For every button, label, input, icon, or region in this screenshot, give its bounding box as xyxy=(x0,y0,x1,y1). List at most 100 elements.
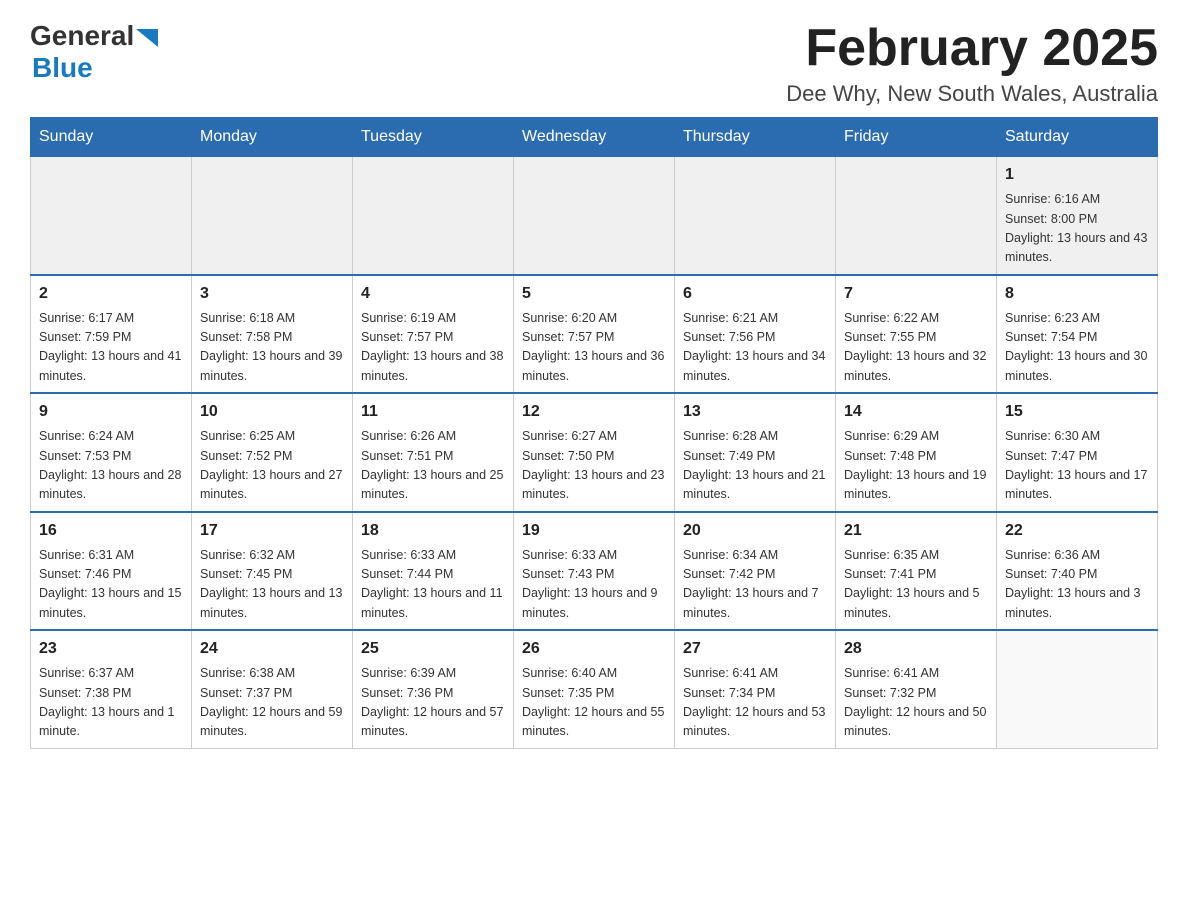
day-info: Sunrise: 6:16 AMSunset: 8:00 PMDaylight:… xyxy=(1005,190,1149,268)
logo-blue-text: Blue xyxy=(32,52,158,84)
calendar-day: 13 Sunrise: 6:28 AMSunset: 7:49 PMDayligh… xyxy=(675,393,836,512)
day-number: 23 xyxy=(39,637,183,661)
day-number: 15 xyxy=(1005,400,1149,424)
calendar-day: 18 Sunrise: 6:33 AMSunset: 7:44 PMDayligh… xyxy=(353,512,514,631)
calendar-day: 22Sunrise: 6:36 AMSunset: 7:40 PMDayligh… xyxy=(997,512,1158,631)
calendar-day xyxy=(353,157,514,275)
calendar-week-4: 16 Sunrise: 6:31 AMSunset: 7:46 PMDayligh… xyxy=(31,512,1158,631)
day-number: 26 xyxy=(522,637,666,661)
calendar-day: 6 Sunrise: 6:21 AMSunset: 7:56 PMDaylight… xyxy=(675,275,836,394)
day-number: 28 xyxy=(844,637,988,661)
day-info: Sunrise: 6:36 AMSunset: 7:40 PMDaylight:… xyxy=(1005,546,1149,624)
calendar-day: 10 Sunrise: 6:25 AMSunset: 7:52 PMDayligh… xyxy=(192,393,353,512)
calendar-table: SundayMondayTuesdayWednesdayThursdayFrid… xyxy=(30,117,1158,749)
day-number: 13 xyxy=(683,400,827,424)
logo-arrow-icon xyxy=(136,29,158,47)
day-info: Sunrise: 6:31 AMSunset: 7:46 PMDaylight:… xyxy=(39,546,183,624)
day-info: Sunrise: 6:17 AMSunset: 7:59 PMDaylight:… xyxy=(39,309,183,387)
calendar-day: 15 Sunrise: 6:30 AMSunset: 7:47 PMDayligh… xyxy=(997,393,1158,512)
logo: General Blue xyxy=(30,20,158,84)
day-number: 6 xyxy=(683,282,827,306)
day-info: Sunrise: 6:40 AMSunset: 7:35 PMDaylight:… xyxy=(522,664,666,742)
day-info: Sunrise: 6:35 AMSunset: 7:41 PMDaylight:… xyxy=(844,546,988,624)
day-number: 11 xyxy=(361,400,505,424)
page-header: General Blue February 2025 Dee Why, New … xyxy=(30,20,1158,107)
calendar-day xyxy=(192,157,353,275)
logo-general-text: General xyxy=(30,20,134,52)
calendar-day: 24 Sunrise: 6:38 AMSunset: 7:37 PMDayligh… xyxy=(192,630,353,748)
calendar-week-2: 2 Sunrise: 6:17 AMSunset: 7:59 PMDaylight… xyxy=(31,275,1158,394)
calendar-day xyxy=(836,157,997,275)
day-info: Sunrise: 6:33 AMSunset: 7:44 PMDaylight:… xyxy=(361,546,505,624)
calendar-day: 23 Sunrise: 6:37 AMSunset: 7:38 PMDayligh… xyxy=(31,630,192,748)
day-number: 2 xyxy=(39,282,183,306)
calendar-day: 19Sunrise: 6:33 AMSunset: 7:43 PMDayligh… xyxy=(514,512,675,631)
day-info: Sunrise: 6:21 AMSunset: 7:56 PMDaylight:… xyxy=(683,309,827,387)
day-info: Sunrise: 6:22 AMSunset: 7:55 PMDaylight:… xyxy=(844,309,988,387)
calendar-day: 21 Sunrise: 6:35 AMSunset: 7:41 PMDayligh… xyxy=(836,512,997,631)
day-number: 4 xyxy=(361,282,505,306)
day-info: Sunrise: 6:37 AMSunset: 7:38 PMDaylight:… xyxy=(39,664,183,742)
calendar-week-5: 23 Sunrise: 6:37 AMSunset: 7:38 PMDayligh… xyxy=(31,630,1158,748)
calendar-day: 17Sunrise: 6:32 AMSunset: 7:45 PMDayligh… xyxy=(192,512,353,631)
calendar-day: 12Sunrise: 6:27 AMSunset: 7:50 PMDayligh… xyxy=(514,393,675,512)
calendar-day: 26 Sunrise: 6:40 AMSunset: 7:35 PMDayligh… xyxy=(514,630,675,748)
day-number: 20 xyxy=(683,519,827,543)
day-info: Sunrise: 6:18 AMSunset: 7:58 PMDaylight:… xyxy=(200,309,344,387)
day-info: Sunrise: 6:28 AMSunset: 7:49 PMDaylight:… xyxy=(683,427,827,505)
calendar-day xyxy=(675,157,836,275)
day-info: Sunrise: 6:26 AMSunset: 7:51 PMDaylight:… xyxy=(361,427,505,505)
column-header-wednesday: Wednesday xyxy=(514,118,675,157)
calendar-day: 9 Sunrise: 6:24 AMSunset: 7:53 PMDaylight… xyxy=(31,393,192,512)
day-number: 27 xyxy=(683,637,827,661)
day-number: 14 xyxy=(844,400,988,424)
column-header-monday: Monday xyxy=(192,118,353,157)
calendar-week-3: 9 Sunrise: 6:24 AMSunset: 7:53 PMDaylight… xyxy=(31,393,1158,512)
column-header-friday: Friday xyxy=(836,118,997,157)
calendar-day: 14Sunrise: 6:29 AMSunset: 7:48 PMDayligh… xyxy=(836,393,997,512)
day-number: 16 xyxy=(39,519,183,543)
day-number: 8 xyxy=(1005,282,1149,306)
day-number: 12 xyxy=(522,400,666,424)
calendar-header-row: SundayMondayTuesdayWednesdayThursdayFrid… xyxy=(31,118,1158,157)
column-header-sunday: Sunday xyxy=(31,118,192,157)
day-number: 17 xyxy=(200,519,344,543)
day-number: 24 xyxy=(200,637,344,661)
calendar-day xyxy=(31,157,192,275)
calendar-day: 8 Sunrise: 6:23 AMSunset: 7:54 PMDaylight… xyxy=(997,275,1158,394)
calendar-day: 25Sunrise: 6:39 AMSunset: 7:36 PMDayligh… xyxy=(353,630,514,748)
calendar-day: 4 Sunrise: 6:19 AMSunset: 7:57 PMDaylight… xyxy=(353,275,514,394)
day-info: Sunrise: 6:19 AMSunset: 7:57 PMDaylight:… xyxy=(361,309,505,387)
day-info: Sunrise: 6:25 AMSunset: 7:52 PMDaylight:… xyxy=(200,427,344,505)
calendar-day: 1 Sunrise: 6:16 AMSunset: 8:00 PMDaylight… xyxy=(997,157,1158,275)
day-number: 19 xyxy=(522,519,666,543)
month-title: February 2025 xyxy=(786,20,1158,77)
day-number: 10 xyxy=(200,400,344,424)
calendar-day: 20 Sunrise: 6:34 AMSunset: 7:42 PMDayligh… xyxy=(675,512,836,631)
day-number: 9 xyxy=(39,400,183,424)
calendar-day: 7 Sunrise: 6:22 AMSunset: 7:55 PMDaylight… xyxy=(836,275,997,394)
day-info: Sunrise: 6:30 AMSunset: 7:47 PMDaylight:… xyxy=(1005,427,1149,505)
title-area: February 2025 Dee Why, New South Wales, … xyxy=(786,20,1158,107)
day-info: Sunrise: 6:41 AMSunset: 7:34 PMDaylight:… xyxy=(683,664,827,742)
day-info: Sunrise: 6:23 AMSunset: 7:54 PMDaylight:… xyxy=(1005,309,1149,387)
day-number: 7 xyxy=(844,282,988,306)
day-info: Sunrise: 6:41 AMSunset: 7:32 PMDaylight:… xyxy=(844,664,988,742)
calendar-day xyxy=(997,630,1158,748)
day-info: Sunrise: 6:39 AMSunset: 7:36 PMDaylight:… xyxy=(361,664,505,742)
column-header-saturday: Saturday xyxy=(997,118,1158,157)
day-info: Sunrise: 6:24 AMSunset: 7:53 PMDaylight:… xyxy=(39,427,183,505)
calendar-day: 16 Sunrise: 6:31 AMSunset: 7:46 PMDayligh… xyxy=(31,512,192,631)
day-number: 21 xyxy=(844,519,988,543)
day-info: Sunrise: 6:38 AMSunset: 7:37 PMDaylight:… xyxy=(200,664,344,742)
day-info: Sunrise: 6:34 AMSunset: 7:42 PMDaylight:… xyxy=(683,546,827,624)
day-number: 1 xyxy=(1005,163,1149,187)
day-number: 3 xyxy=(200,282,344,306)
calendar-day: 5Sunrise: 6:20 AMSunset: 7:57 PMDaylight… xyxy=(514,275,675,394)
calendar-day: 28 Sunrise: 6:41 AMSunset: 7:32 PMDayligh… xyxy=(836,630,997,748)
column-header-thursday: Thursday xyxy=(675,118,836,157)
calendar-day: 3 Sunrise: 6:18 AMSunset: 7:58 PMDaylight… xyxy=(192,275,353,394)
day-info: Sunrise: 6:20 AMSunset: 7:57 PMDaylight:… xyxy=(522,309,666,387)
calendar-day xyxy=(514,157,675,275)
day-number: 18 xyxy=(361,519,505,543)
